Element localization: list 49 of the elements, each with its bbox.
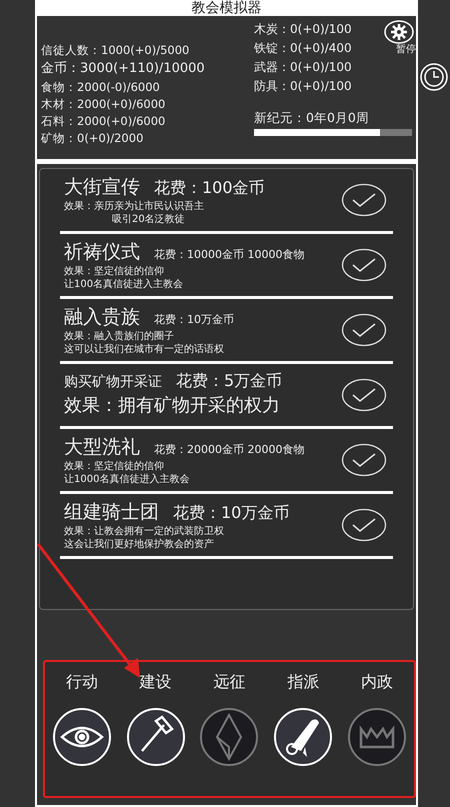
action-cost: 花费：10万金币: [173, 503, 290, 524]
window-title: 教会模拟器: [192, 0, 262, 16]
resource-stat: 食物：2000(-0)/6000: [41, 79, 160, 96]
confirm-check-button[interactable]: [341, 508, 387, 542]
action-title: 大街宣传: [64, 175, 140, 200]
action-effect: 让100名真信徒进入主教会: [64, 278, 184, 291]
resource-stat: 铁锭：0(+0)/400: [254, 40, 352, 57]
action-title: 融入贵族: [64, 305, 140, 330]
action-effect: 效果：坚定信徒的信仰: [64, 460, 165, 473]
resource-stat: 木炭：0(+0)/100: [254, 21, 352, 38]
confirm-check-button[interactable]: [341, 443, 387, 477]
action-effect: 效果：亲历亲为让市民认识吾主: [64, 200, 205, 213]
action-effect: 让1000名真信徒进入主教会: [64, 473, 190, 486]
resource-stat: 防具：0(+0)/100: [254, 78, 352, 95]
confirm-check-button[interactable]: [341, 378, 387, 412]
action-title: 大型洗礼: [64, 435, 140, 460]
action-cost: 花费：5万金币: [176, 370, 282, 392]
action-effect: 效果：坚定信徒的信仰: [64, 265, 165, 278]
action-effect: 效果：拥有矿物开采的权力: [64, 394, 281, 418]
pause-button[interactable]: 暂停: [396, 42, 416, 56]
nav-tab[interactable]: 建设: [126, 672, 186, 767]
nav-tab[interactable]: 远征: [199, 672, 260, 767]
settings-icon[interactable]: [384, 20, 414, 44]
action-effect: 效果：融入贵族们的圈子: [64, 330, 175, 343]
confirm-check-button[interactable]: [341, 183, 387, 217]
nav-tab[interactable]: 指派: [273, 672, 334, 767]
clock-icon[interactable]: [419, 62, 449, 92]
resource-stat: 武器：0(+0)/100: [254, 59, 352, 76]
action-title: 祈祷仪式: [64, 240, 140, 265]
action-title: 购买矿物开采证: [64, 372, 162, 390]
action-cost: 花费：20000金币 20000食物: [154, 442, 304, 457]
resource-stat: 矿物：0(+0)/2000: [41, 130, 144, 147]
action-title: 组建骑士团: [64, 500, 159, 525]
action-effect: 这可以让我们在城市有一定的话语权: [64, 343, 225, 356]
era-label: 新纪元：0年0月0周: [254, 110, 369, 127]
action-cost: 花费：10000金币 10000食物: [154, 247, 304, 262]
action-effect: 吸引20名泛教徒: [111, 213, 186, 226]
resource-stat: 木材：2000(+0)/6000: [41, 96, 166, 113]
resource-stat: 金币：3000(+110)/10000: [41, 60, 205, 78]
nav-tab[interactable]: 行动: [52, 672, 112, 767]
resource-stat: 信徒人数：1000(+0)/5000: [41, 42, 190, 59]
action-cost: 花费：10万金币: [154, 312, 234, 327]
confirm-check-button[interactable]: [341, 248, 387, 282]
action-cost: 花费：100金币: [154, 178, 265, 199]
action-effect: 这会让我们更好地保护教会的资产: [64, 538, 215, 551]
confirm-check-button[interactable]: [341, 313, 387, 347]
action-effect: 效果：让教会拥有一定的武装防卫权: [64, 525, 225, 538]
resource-stat: 石料：2000(+0)/6000: [41, 113, 166, 130]
nav-tab[interactable]: 内政: [347, 672, 408, 767]
